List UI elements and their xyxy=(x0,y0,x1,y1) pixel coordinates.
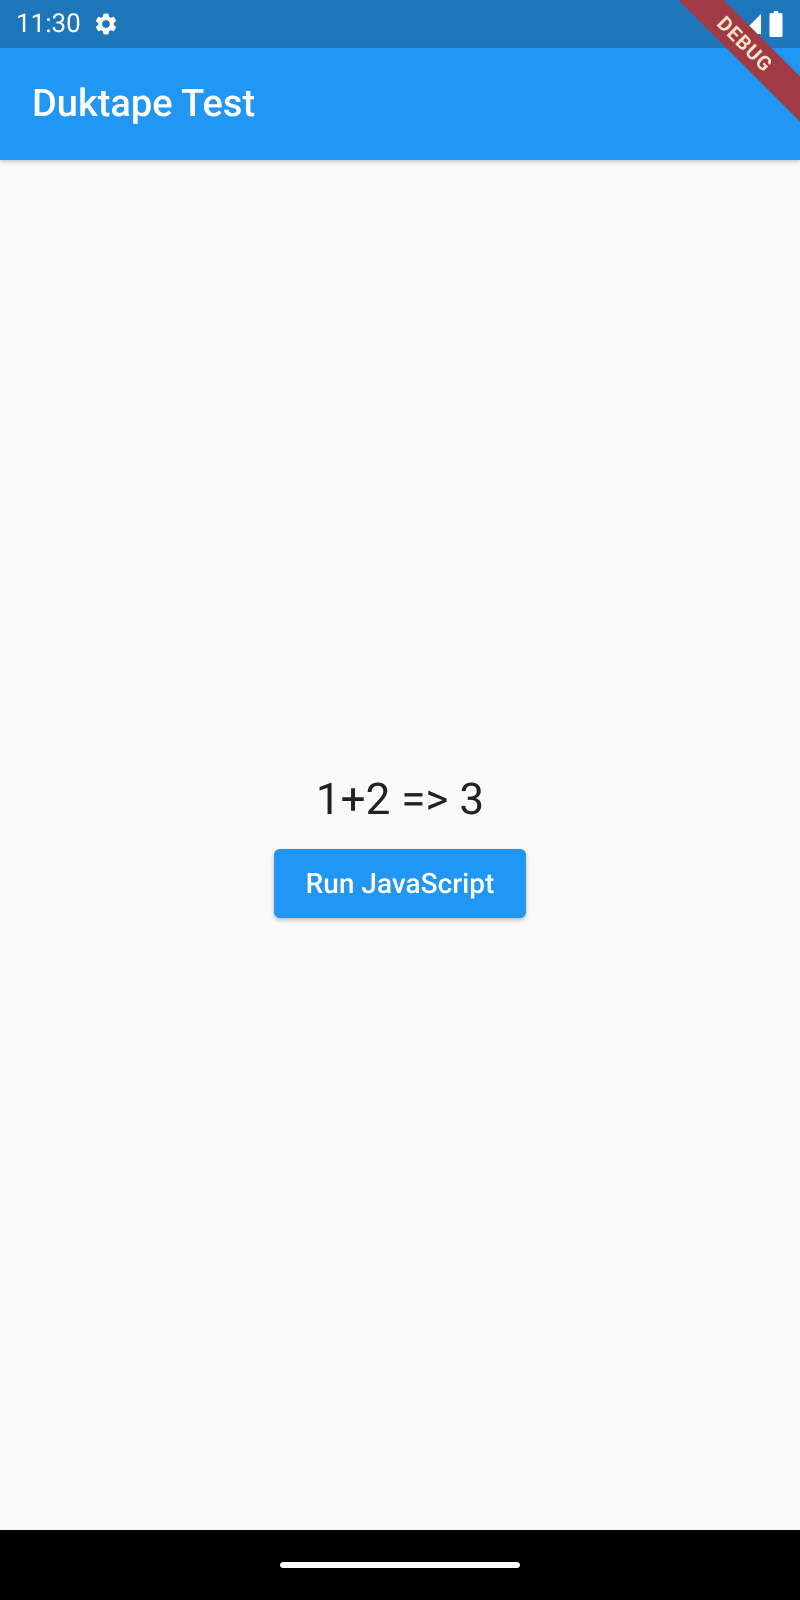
gear-icon xyxy=(93,11,119,37)
wifi-icon xyxy=(704,12,734,36)
status-left: 11:30 xyxy=(16,9,119,39)
main-content: 1+2 => 3 Run JavaScript xyxy=(0,160,800,1530)
battery-icon xyxy=(768,11,784,37)
nav-handle[interactable] xyxy=(280,1562,520,1568)
result-text: 1+2 => 3 xyxy=(316,773,484,825)
signal-icon xyxy=(738,12,764,36)
status-bar: 11:30 xyxy=(0,0,800,48)
status-time: 11:30 xyxy=(16,9,81,39)
run-javascript-button[interactable]: Run JavaScript xyxy=(274,849,527,918)
app-title: Duktape Test xyxy=(32,82,255,126)
navigation-bar xyxy=(0,1530,800,1600)
app-bar: Duktape Test xyxy=(0,48,800,160)
status-right xyxy=(704,11,784,37)
